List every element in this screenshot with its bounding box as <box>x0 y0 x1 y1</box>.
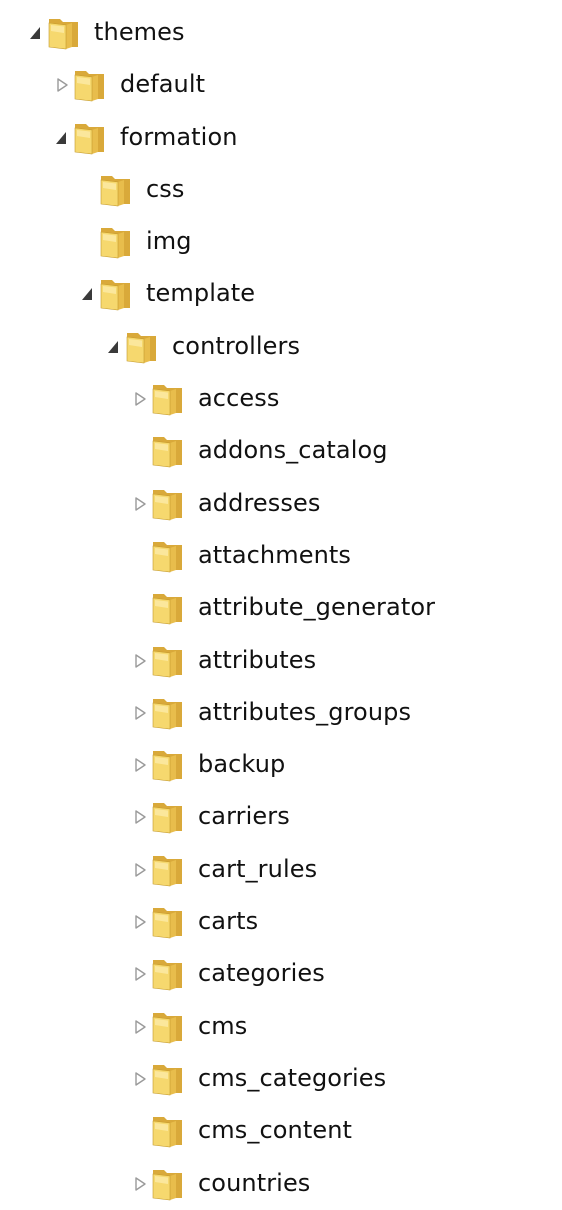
tree-item-label: controllers <box>172 331 301 360</box>
tree-item[interactable]: attribute_generator <box>0 582 562 634</box>
tree-item-label: attachments <box>198 540 352 569</box>
tree-item-label: carriers <box>198 802 290 831</box>
folder-icon <box>72 65 110 103</box>
tree-item[interactable]: css <box>0 164 562 216</box>
folder-icon <box>150 745 188 783</box>
collapsed-arrow-icon[interactable] <box>132 1174 148 1194</box>
tree-item-label: attributes <box>198 645 317 674</box>
collapsed-arrow-icon[interactable] <box>132 807 148 827</box>
folder-icon <box>150 484 188 522</box>
tree-item[interactable]: template <box>0 268 562 320</box>
tree-item-label: cart_rules <box>198 854 318 883</box>
tree-item[interactable]: carts <box>0 896 562 948</box>
tree-item-label: addons_catalog <box>198 436 388 465</box>
tree-item[interactable]: countries <box>0 1158 562 1210</box>
tree-item[interactable]: cart_rules <box>0 844 562 896</box>
tree-item-label: img <box>146 227 192 256</box>
tree-item[interactable]: addons_catalog <box>0 425 562 477</box>
folder-tree: themes default formation css img templat… <box>0 7 562 1210</box>
folder-icon <box>72 118 110 156</box>
tree-item[interactable]: default <box>0 59 562 111</box>
tree-item[interactable]: cms_categories <box>0 1053 562 1105</box>
collapsed-arrow-icon[interactable] <box>132 912 148 932</box>
collapsed-arrow-icon[interactable] <box>132 755 148 775</box>
tree-item-label: cms <box>198 1011 248 1040</box>
folder-icon <box>150 1007 188 1045</box>
tree-item[interactable]: img <box>0 216 562 268</box>
folder-icon <box>98 170 136 208</box>
collapsed-arrow-icon[interactable] <box>132 389 148 409</box>
tree-item-label: attribute_generator <box>198 593 436 622</box>
collapsed-arrow-icon[interactable] <box>132 651 148 671</box>
folder-icon <box>98 222 136 260</box>
expanded-arrow-icon[interactable] <box>106 337 122 357</box>
collapsed-arrow-icon[interactable] <box>132 494 148 514</box>
expanded-arrow-icon[interactable] <box>80 284 96 304</box>
tree-item-label: formation <box>120 122 238 151</box>
expanded-arrow-icon[interactable] <box>54 128 70 148</box>
folder-icon <box>150 379 188 417</box>
tree-item[interactable]: formation <box>0 112 562 164</box>
folder-icon <box>150 1164 188 1202</box>
collapsed-arrow-icon[interactable] <box>132 860 148 880</box>
tree-item-label: carts <box>198 907 259 936</box>
folder-icon <box>46 13 84 51</box>
tree-item[interactable]: cms <box>0 1001 562 1053</box>
collapsed-arrow-icon[interactable] <box>132 703 148 723</box>
folder-icon <box>150 1059 188 1097</box>
tree-item-label: template <box>146 279 256 308</box>
tree-item-label: css <box>146 174 185 203</box>
collapsed-arrow-icon[interactable] <box>54 75 70 95</box>
folder-icon <box>150 536 188 574</box>
tree-item-label: cms_categories <box>198 1063 387 1092</box>
folder-icon <box>98 274 136 312</box>
folder-icon <box>150 1111 188 1149</box>
folder-icon <box>150 641 188 679</box>
tree-item[interactable]: carriers <box>0 791 562 843</box>
tree-item[interactable]: themes <box>0 7 562 59</box>
collapsed-arrow-icon[interactable] <box>132 964 148 984</box>
tree-item[interactable]: controllers <box>0 321 562 373</box>
folder-icon <box>150 954 188 992</box>
folder-icon <box>150 431 188 469</box>
tree-item-label: backup <box>198 750 286 779</box>
tree-item[interactable]: attachments <box>0 530 562 582</box>
tree-item-label: attributes_groups <box>198 697 412 726</box>
folder-icon <box>124 327 162 365</box>
expanded-arrow-icon[interactable] <box>28 23 44 43</box>
tree-item-label: access <box>198 384 280 413</box>
folder-icon <box>150 850 188 888</box>
tree-item[interactable]: attributes <box>0 635 562 687</box>
collapsed-arrow-icon[interactable] <box>132 1017 148 1037</box>
tree-item-label: cms_content <box>198 1116 353 1145</box>
tree-item-label: themes <box>94 18 185 46</box>
collapsed-arrow-icon[interactable] <box>132 1069 148 1089</box>
folder-icon <box>150 693 188 731</box>
tree-item-label: categories <box>198 959 325 988</box>
tree-item[interactable]: addresses <box>0 478 562 530</box>
tree-item[interactable]: attributes_groups <box>0 687 562 739</box>
tree-item[interactable]: access <box>0 373 562 425</box>
tree-item-label: addresses <box>198 488 321 517</box>
tree-item[interactable]: cms_content <box>0 1105 562 1157</box>
tree-item[interactable]: backup <box>0 739 562 791</box>
tree-item[interactable]: categories <box>0 948 562 1000</box>
folder-icon <box>150 797 188 835</box>
folder-icon <box>150 588 188 626</box>
folder-icon <box>150 902 188 940</box>
tree-item-label: default <box>120 70 206 99</box>
tree-item-label: countries <box>198 1168 311 1197</box>
